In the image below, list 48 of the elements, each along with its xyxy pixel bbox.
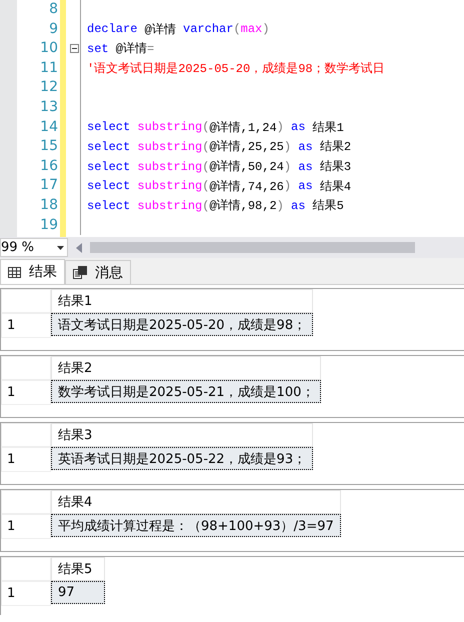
table-cell[interactable]: 数学考试日期是2025-05-21，成绩是100； [51, 380, 322, 403]
table-cell[interactable]: 97 [51, 581, 105, 604]
table-cell[interactable]: 英语考试日期是2025-05-22，成绩是93； [51, 447, 314, 470]
header-corner [1, 557, 51, 581]
row-number: 1 [1, 313, 51, 338]
line-number: 8 [49, 0, 58, 19]
line-number: 12 [40, 78, 58, 98]
code-line: set @详情= [87, 40, 154, 58]
results-tab[interactable]: 消息 [65, 260, 131, 284]
header-corner [1, 423, 51, 447]
row-number: 1 [1, 514, 51, 539]
line-number: 9 [49, 20, 58, 39]
collapse-icon[interactable] [70, 44, 79, 54]
message-icon [73, 266, 87, 279]
line-number: 14 [40, 118, 58, 137]
code-line: select substring(@详情,74,26) as 结果4 [87, 178, 352, 195]
code-line: select substring(@详情,1,24) as 结果1 [87, 119, 344, 136]
line-number: 17 [40, 176, 58, 196]
line-number: 19 [40, 216, 58, 235]
header-corner [1, 289, 51, 313]
code-line: select substring(@详情,98,2) as 结果5 [87, 198, 344, 214]
line-number: 15 [40, 137, 58, 156]
code-line: select substring(@详情,50,24) as 结果3 [87, 158, 352, 176]
line-number: 13 [40, 98, 58, 117]
line-number: 10 [40, 39, 58, 58]
header-corner [1, 490, 51, 514]
results-tab[interactable]: 结果 [0, 259, 65, 284]
column-header: 结果3 [51, 423, 314, 447]
line-number: 16 [40, 156, 58, 176]
zoom-dropdown[interactable]: 99 % [0, 238, 68, 257]
column-header: 结果1 [51, 289, 314, 313]
grid-icon [8, 266, 21, 278]
code-line: '语文考试日期是2025-05-20，成绩是98；数学考试日 [87, 61, 385, 78]
line-number: 11 [40, 58, 58, 78]
scroll-left-icon[interactable] [76, 242, 82, 252]
caret-icon [57, 246, 64, 250]
column-header: 结果2 [51, 356, 322, 380]
header-corner [1, 356, 51, 380]
row-number: 1 [1, 581, 51, 606]
column-header: 结果5 [51, 557, 105, 581]
row-number: 1 [1, 380, 51, 405]
code-line: select substring(@详情,25,25) as 结果2 [87, 138, 352, 156]
row-number: 1 [1, 447, 51, 472]
table-cell[interactable]: 平均成绩计算过程是：（98+100+93）/3=97 [51, 514, 341, 537]
column-header: 结果4 [51, 490, 341, 514]
code-line: declare @详情 varchar(max) [87, 21, 270, 38]
table-cell[interactable]: 语文考试日期是2025-05-20，成绩是98； [51, 313, 314, 336]
line-number: 18 [40, 196, 58, 215]
